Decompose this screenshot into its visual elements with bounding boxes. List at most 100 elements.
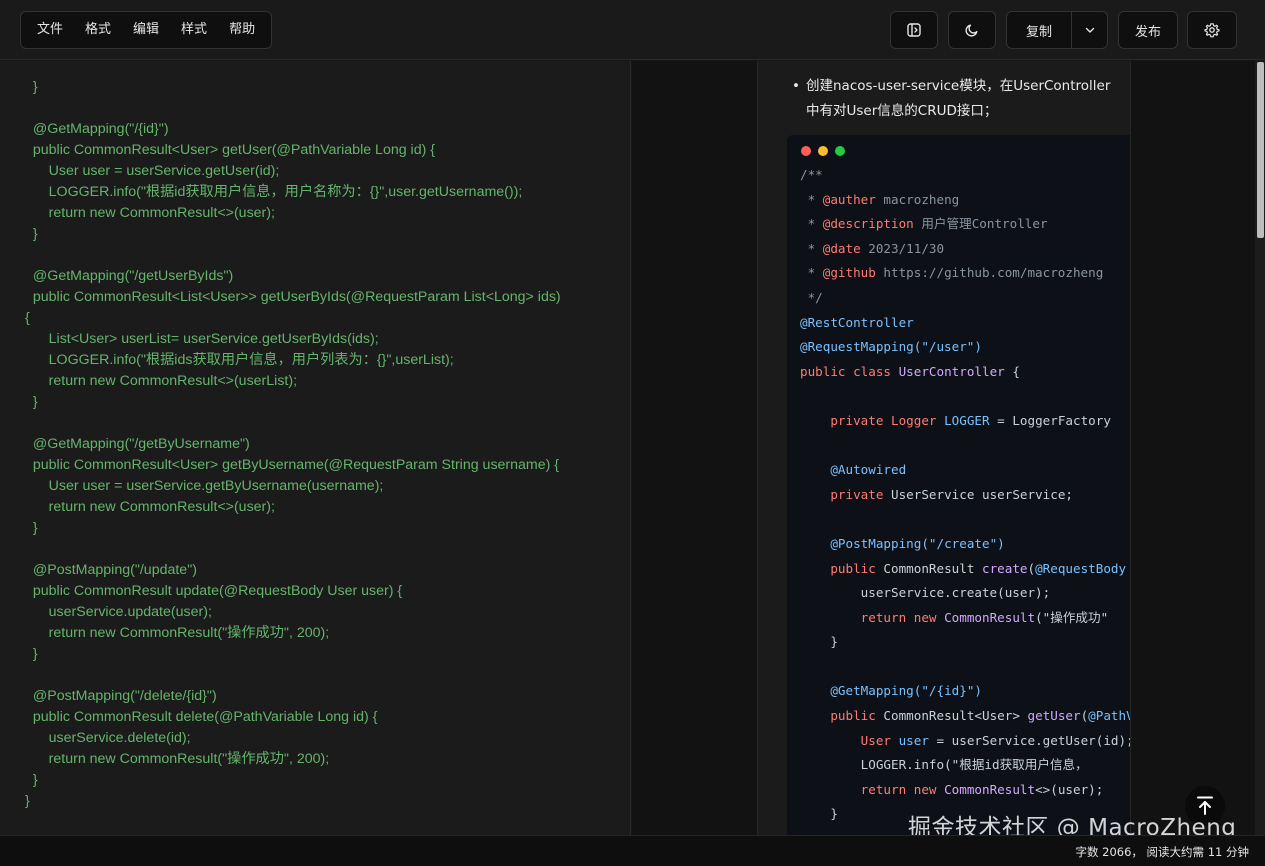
sidebar-panel-icon — [907, 23, 921, 37]
menu-file[interactable]: 文件 — [29, 11, 71, 49]
status-bar: 字数 2066， 阅读大约需 11 分钟 — [0, 835, 1265, 866]
toggle-layout-button[interactable] — [890, 11, 938, 49]
menu-help[interactable]: 帮助 — [221, 11, 263, 49]
code-line: @Autowired — [800, 462, 906, 477]
code-line: return new CommonResult<>(user); — [800, 781, 1104, 797]
code-token: getUser — [1027, 708, 1081, 724]
window-controls — [801, 146, 845, 156]
code-token: CommonResult — [883, 560, 982, 576]
code-line: @RequestMapping("/user") — [800, 339, 982, 354]
publish-button[interactable]: 发布 — [1118, 11, 1178, 49]
code-line: * @github https://github.com/macrozheng — [800, 265, 1104, 281]
code-token: UserController — [898, 363, 1005, 379]
code-line: /** — [800, 167, 823, 182]
code-line: private Logger LOGGER = LoggerFactory — [800, 413, 1111, 428]
code-token: { — [1004, 363, 1020, 379]
code-content: /** * @auther macrozheng * @description … — [800, 163, 1131, 827]
code-token: 2023/11/30 — [860, 240, 945, 256]
code-line: private UserService userService; — [800, 487, 1073, 502]
code-token: * — [800, 191, 823, 207]
code-token: macrozheng — [875, 191, 960, 207]
editor-text[interactable]: } @GetMapping("/{id}") public CommonResu… — [0, 61, 630, 812]
scrollbar-thumb[interactable] — [1257, 62, 1264, 238]
code-line: public CommonResult<User> getUser(@PathV… — [800, 708, 1130, 724]
code-token: = userService.getUser(id); — [928, 732, 1131, 748]
code-token: User — [860, 732, 899, 748]
menu-format[interactable]: 格式 — [77, 11, 119, 49]
code-token: @RestController — [800, 314, 914, 330]
code-line: } — [800, 806, 838, 821]
code-token: private — [830, 412, 892, 428]
code-line: } — [800, 634, 838, 649]
copy-options-button[interactable] — [1072, 12, 1107, 48]
code-line: @RestController — [800, 315, 914, 330]
yellow-dot-icon — [818, 146, 828, 156]
code-token: @description — [822, 216, 914, 232]
code-token: userService.create(user); — [800, 585, 1051, 601]
code-token: * — [800, 216, 823, 232]
green-dot-icon — [835, 146, 845, 156]
code-token: @GetMapping("/{id}") — [830, 683, 982, 699]
code-token: public — [830, 708, 884, 724]
code-line: User user = userService.getUser(id); — [800, 732, 1131, 748]
preview-pane: • 创建nacos-user-service模块，在UserController… — [632, 61, 1265, 835]
code-token: private — [830, 486, 892, 502]
code-token: @auther — [822, 191, 876, 207]
code-token: } — [800, 634, 838, 650]
list-item-text: 创建nacos-user-service模块，在UserController中有… — [806, 78, 1111, 119]
chevron-down-icon — [1085, 27, 1094, 33]
word-count: 字数 2066， 阅读大约需 11 分钟 — [1075, 845, 1249, 859]
copy-button[interactable]: 复制 — [1007, 12, 1072, 48]
theme-toggle-button[interactable] — [948, 11, 996, 49]
menu-edit[interactable]: 编辑 — [125, 11, 167, 49]
code-token: CommonResult — [944, 609, 1036, 625]
code-token: LOGGER — [944, 412, 990, 428]
code-token: @date — [822, 240, 861, 256]
code-token: } — [800, 806, 838, 822]
copy-button-group: 复制 — [1006, 11, 1108, 49]
code-token: @Autowired — [830, 462, 907, 478]
code-line: LOGGER.info("根据id获取用户信息， — [800, 757, 1088, 772]
bullet-dot: • — [792, 78, 800, 94]
code-token: /** — [800, 167, 823, 182]
code-token: * — [800, 265, 823, 281]
menu-style[interactable]: 样式 — [173, 11, 215, 49]
preview-article: • 创建nacos-user-service模块，在UserController… — [757, 61, 1131, 835]
code-token: Logger — [891, 412, 945, 428]
code-line: return new CommonResult("操作成功" — [800, 609, 1109, 625]
code-token: return new — [860, 609, 945, 625]
code-token: ( — [1027, 560, 1036, 576]
code-token: user — [898, 732, 929, 748]
settings-button[interactable] — [1187, 11, 1237, 49]
code-token: 用户管理Controller — [913, 216, 1048, 232]
code-block: /** * @auther macrozheng * @description … — [787, 135, 1131, 835]
code-line: @GetMapping("/{id}") — [800, 683, 982, 698]
code-token: return new — [860, 781, 945, 797]
code-token: UserService userService; — [891, 486, 1073, 502]
moon-icon — [965, 24, 978, 37]
gear-icon — [1204, 23, 1220, 38]
code-token: ("操作成功" — [1035, 609, 1109, 625]
code-line: */ — [800, 290, 823, 305]
code-line: @PostMapping("/create") — [800, 535, 1005, 551]
code-token: <>(user); — [1035, 781, 1104, 797]
code-token: @PostMapping("/create") — [830, 535, 1005, 551]
code-token: public class — [800, 363, 899, 379]
red-dot-icon — [801, 146, 811, 156]
markdown-editor[interactable]: } @GetMapping("/{id}") public CommonResu… — [0, 61, 631, 835]
code-token: @RequestBody — [1035, 560, 1127, 576]
code-line: userService.create(user); — [800, 585, 1051, 601]
code-token: CommonResult — [944, 781, 1036, 797]
